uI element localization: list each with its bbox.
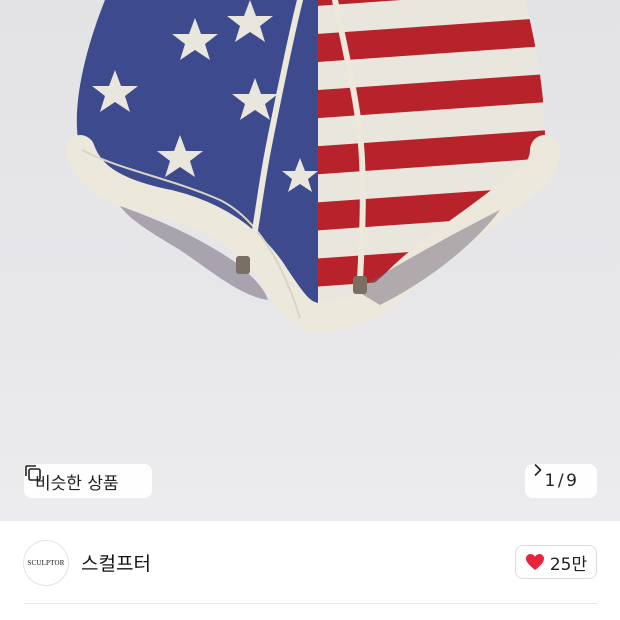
product-image[interactable]: 비슷한 상품 1 / 9 [0,0,620,521]
like-count: 25만 [549,554,588,575]
similar-products-label: 비슷한 상품 [35,473,119,494]
divider [24,603,597,604]
heart-icon [525,554,544,570]
similar-products-icon [25,465,41,481]
total-pages: 9 [566,471,578,491]
like-button[interactable]: 25만 [515,545,597,579]
brand-logo-text: SCULPTOR [27,559,65,567]
brand-logo[interactable]: SCULPTOR [23,540,69,586]
product-photo-shorts [65,0,560,334]
similar-products-button[interactable]: 비슷한 상품 [24,464,152,498]
chevron-right-icon [534,464,542,476]
page-separator: / [557,471,565,491]
brand-name[interactable]: 스컬프터 [81,549,151,576]
current-page: 1 [544,471,556,491]
image-pager-button[interactable]: 1 / 9 [525,464,597,498]
